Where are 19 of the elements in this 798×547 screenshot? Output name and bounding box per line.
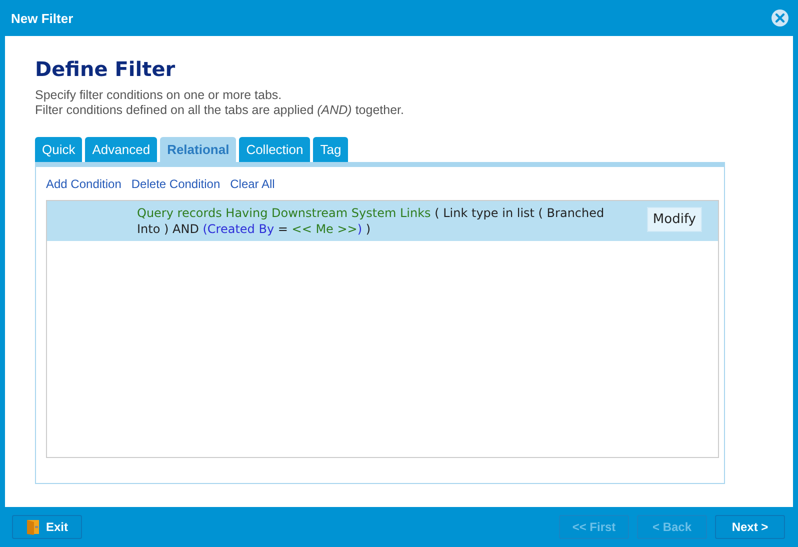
modify-button[interactable]: Modify: [646, 207, 702, 232]
exit-button[interactable]: Exit: [12, 515, 82, 539]
condition-row[interactable]: Query records Having Downstream System Links ( Link type in list ( Branched Into ) AND (Created By = << Me >>) ) Modify: [47, 201, 718, 243]
nav-button[interactable]: Next >: [715, 515, 785, 539]
tab[interactable]: Relational: [160, 137, 236, 162]
window-title: New Filter: [11, 10, 74, 26]
tab[interactable]: Advanced: [85, 137, 158, 162]
condition-text: Query records Having Downstream System Links ( Link type in list ( Branched Into ) AND (Created By = << Me >>) ): [137, 205, 606, 237]
tab[interactable]: Collection: [239, 137, 310, 162]
door-icon: [26, 519, 40, 535]
description-text: Specify filter conditions on one or more tabs.: [35, 88, 283, 103]
close-icon[interactable]: [771, 9, 789, 27]
action-link[interactable]: Clear All: [230, 177, 275, 191]
tab[interactable]: Quick: [35, 137, 82, 162]
action-link[interactable]: Delete Condition: [131, 177, 220, 191]
tab[interactable]: Tag: [313, 137, 348, 162]
action-link[interactable]: Add Condition: [46, 177, 122, 191]
dialog-heading: Define Filter: [35, 57, 176, 81]
description-text: Filter conditions defined on all the tabs are applied (AND) together.: [35, 103, 405, 118]
